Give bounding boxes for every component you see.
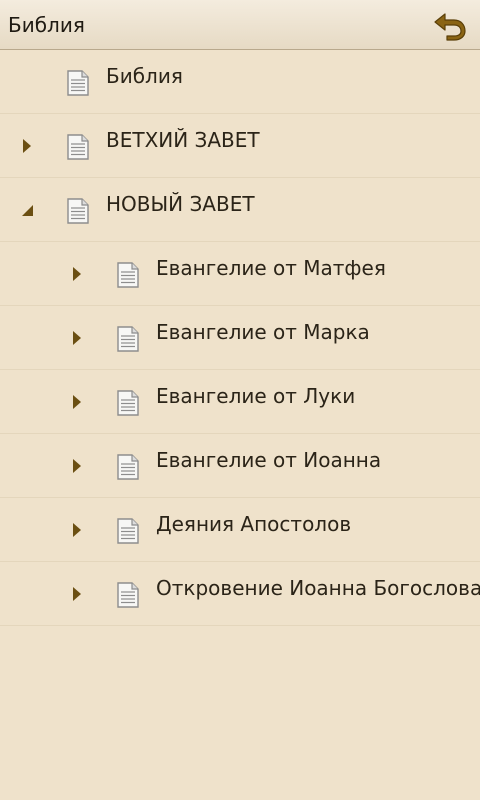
document-icon: [67, 70, 89, 96]
tree-item-label: Библия: [106, 64, 183, 88]
document-icon: [67, 134, 89, 160]
title-bar: Библия: [0, 0, 480, 50]
tree-item-mark[interactable]: Евангелие от Марка: [0, 306, 480, 370]
book-tree: Библия ВЕТХИЙ ЗАВЕТ НОВЫЙ ЗАВЕТ Евангели…: [0, 50, 480, 626]
tree-item-label: ВЕТХИЙ ЗАВЕТ: [106, 128, 260, 152]
expand-arrow-icon[interactable]: [67, 562, 87, 626]
tree-item-bible[interactable]: Библия: [0, 50, 480, 114]
tree-item-old-testament[interactable]: ВЕТХИЙ ЗАВЕТ: [0, 114, 480, 178]
document-icon: [117, 390, 139, 416]
expand-arrow-icon[interactable]: [67, 498, 87, 562]
tree-item-label: Откровение Иоанна Богослова: [156, 576, 480, 600]
document-icon: [117, 582, 139, 608]
tree-item-label: НОВЫЙ ЗАВЕТ: [106, 192, 255, 216]
document-icon: [67, 198, 89, 224]
page-title: Библия: [8, 13, 85, 37]
tree-item-label: Деяния Апостолов: [156, 512, 352, 536]
tree-item-revelation[interactable]: Откровение Иоанна Богослова: [0, 562, 480, 626]
tree-item-matthew[interactable]: Евангелие от Матфея: [0, 242, 480, 306]
collapse-arrow-icon[interactable]: [17, 178, 37, 242]
tree-item-label: Евангелие от Матфея: [156, 256, 386, 280]
document-icon: [117, 518, 139, 544]
back-button[interactable]: [432, 8, 470, 42]
tree-item-label: Евангелие от Иоанна: [156, 448, 382, 472]
undo-arrow-icon: [434, 13, 466, 41]
expand-arrow-icon[interactable]: [67, 306, 87, 370]
expand-arrow-icon[interactable]: [67, 434, 87, 498]
tree-item-label: Евангелие от Марка: [156, 320, 370, 344]
expand-arrow-icon[interactable]: [67, 242, 87, 306]
tree-item-new-testament[interactable]: НОВЫЙ ЗАВЕТ: [0, 178, 480, 242]
document-icon: [117, 454, 139, 480]
tree-item-label: Евангелие от Луки: [156, 384, 356, 408]
tree-item-john[interactable]: Евангелие от Иоанна: [0, 434, 480, 498]
expand-arrow-icon[interactable]: [17, 114, 37, 178]
document-icon: [117, 262, 139, 288]
expand-arrow-icon[interactable]: [67, 370, 87, 434]
document-icon: [117, 326, 139, 352]
tree-item-luke[interactable]: Евангелие от Луки: [0, 370, 480, 434]
tree-item-acts[interactable]: Деяния Апостолов: [0, 498, 480, 562]
